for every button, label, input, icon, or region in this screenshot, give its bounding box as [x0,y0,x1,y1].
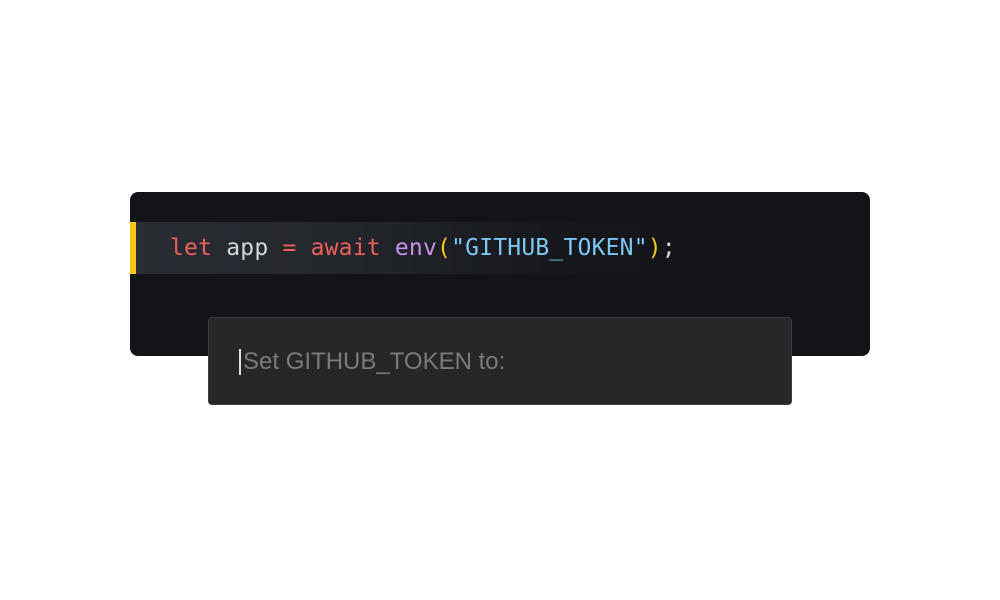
function-env: env [394,235,438,261]
text-caret [239,349,241,375]
operator-equals: = [282,235,297,261]
env-value-input[interactable] [239,340,763,384]
code-line-text: let app = await env("GITHUB_TOKEN"); [170,222,676,274]
keyword-let: let [170,235,213,261]
line-highlight-marker [130,222,136,274]
paren-open: ( [437,235,452,261]
keyword-await: await [310,235,381,261]
env-value-prompt [208,317,792,405]
semicolon: ; [661,235,676,261]
paren-close: ) [647,235,662,261]
highlighted-code-line: let app = await env("GITHUB_TOKEN"); [130,222,870,274]
identifier-app: app [226,235,269,261]
string-github-token: "GITHUB_TOKEN" [451,235,648,261]
